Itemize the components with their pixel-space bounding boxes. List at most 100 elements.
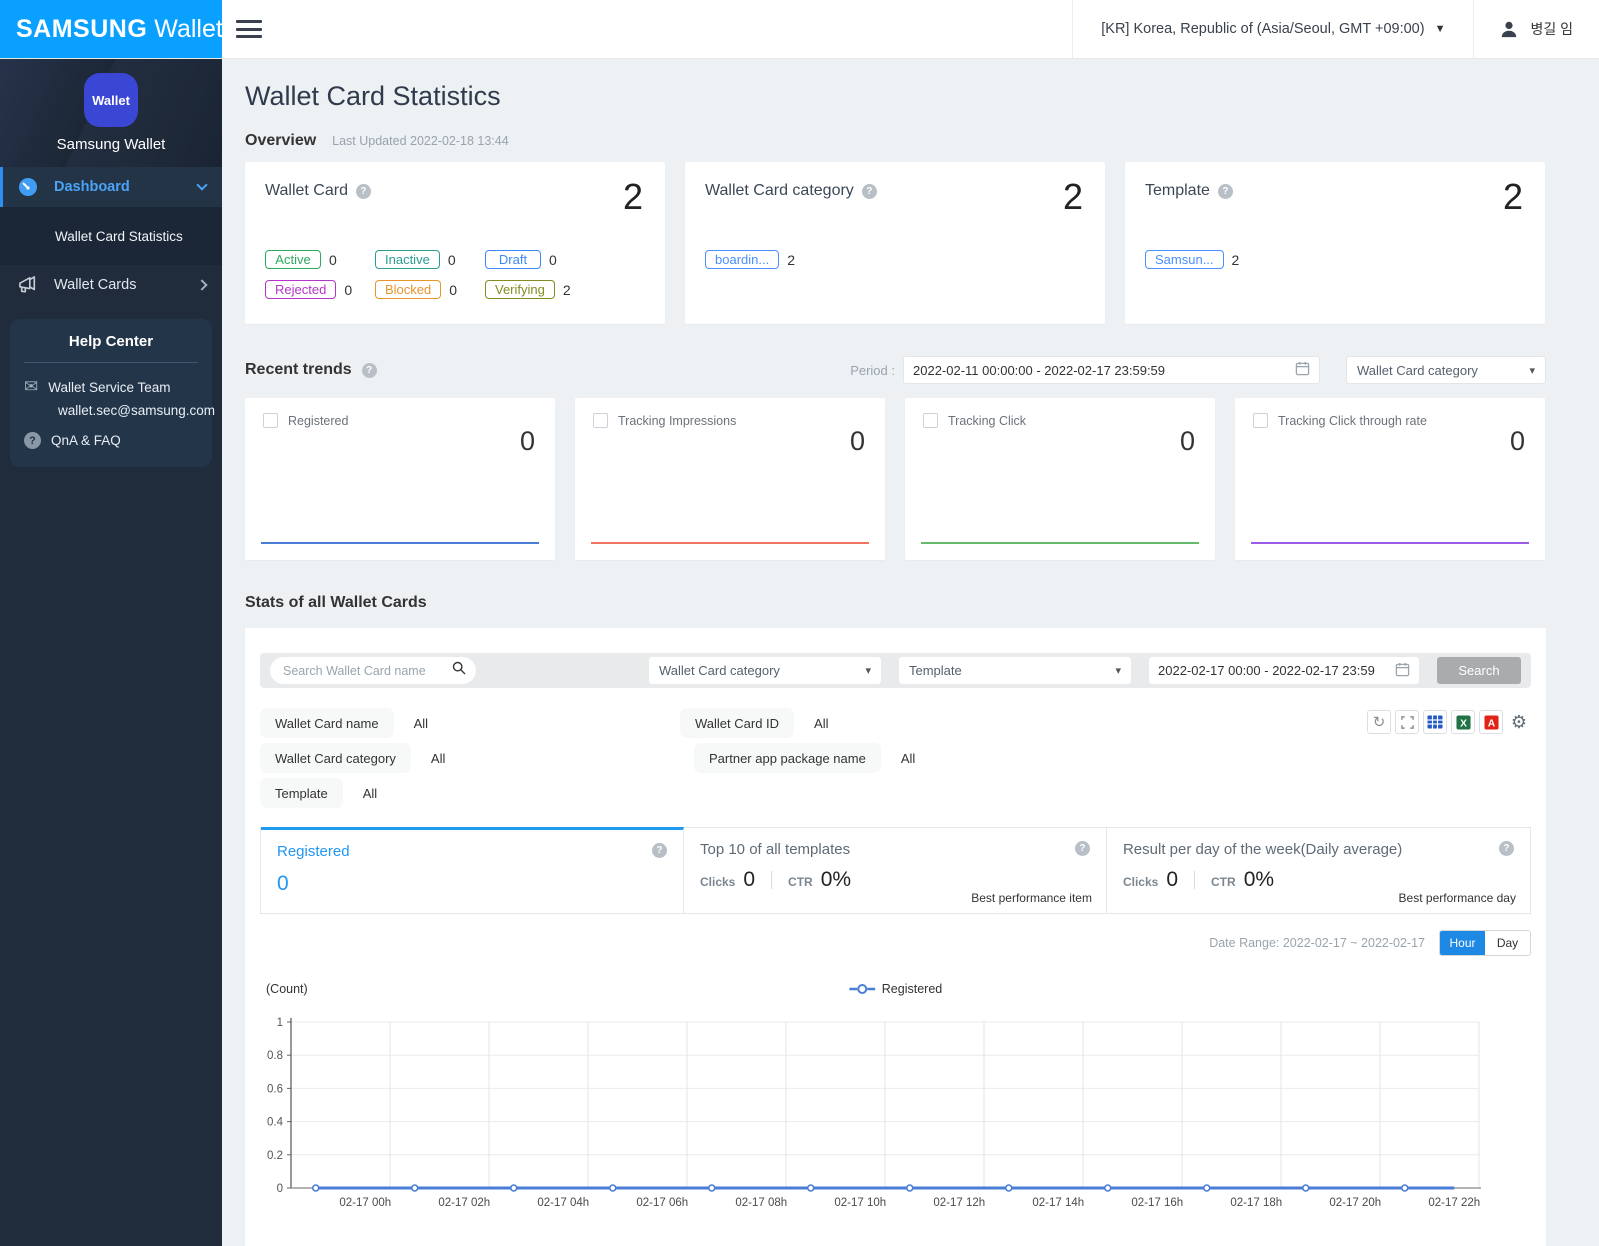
- tab-registered-label: Registered: [277, 843, 350, 860]
- help-icon[interactable]: ?: [1498, 841, 1514, 856]
- template-total: 2: [1502, 176, 1523, 217]
- tracking-click-checkbox[interactable]: [923, 413, 938, 428]
- tab-result-per-day-label: Result per day of the week(Daily average…: [1122, 841, 1403, 858]
- period-label: Period :: [850, 362, 895, 378]
- svg-text:0: 0: [277, 1183, 283, 1195]
- trend-sparkline: [261, 542, 539, 544]
- sidebar-app-name: Samsung Wallet: [56, 136, 166, 153]
- wallet-card-category-summary-card: Wallet Card category ? 2 boardin... 2: [685, 162, 1105, 324]
- legend-marker-icon: [848, 984, 875, 994]
- period-date-range-input[interactable]: 2022-02-11 00:00:00 - 2022-02-17 23:59:5…: [903, 356, 1320, 384]
- user-menu[interactable]: 병길 임: [1473, 0, 1599, 58]
- sidebar-item-dashboard[interactable]: Dashboard: [0, 167, 222, 207]
- last-updated: Last Updated 2022-02-18 13:44: [332, 134, 509, 148]
- excel-export-icon[interactable]: X: [1451, 710, 1475, 734]
- registered-checkbox[interactable]: [263, 413, 278, 428]
- menu-toggle-icon[interactable]: [236, 20, 262, 40]
- tracking-impressions-checkbox[interactable]: [593, 413, 608, 428]
- stats-date-range-input[interactable]: 2022-02-17 00:00 - 2022-02-17 23:59: [1149, 657, 1419, 684]
- help-service-team-link[interactable]: ✉ Wallet Service Team: [24, 377, 198, 397]
- wallet-cards-icon: [16, 276, 40, 294]
- filter-value: All: [362, 785, 378, 801]
- calendar-icon: [1395, 662, 1410, 680]
- trend-sparkline: [591, 542, 869, 544]
- top-header: SAMSUNG Wallet [KR] Korea, Republic of (…: [0, 0, 1599, 59]
- trends-category-value: Wallet Card category: [1357, 362, 1478, 378]
- help-icon[interactable]: ?: [1217, 183, 1233, 199]
- status-count: 0: [549, 251, 557, 268]
- clicks-value: 0: [743, 868, 756, 891]
- stats-category-dropdown[interactable]: Wallet Card category ▾: [649, 657, 881, 684]
- stats-tabs: Registered ? 0 Top 10 of all templates ?…: [260, 827, 1531, 914]
- svg-text:0.6: 0.6: [267, 1083, 283, 1095]
- tab-registered[interactable]: Registered ? 0: [261, 827, 684, 913]
- fullscreen-icon[interactable]: [1395, 710, 1419, 734]
- help-icon[interactable]: ?: [861, 183, 877, 199]
- settings-gear-icon[interactable]: ⚙: [1507, 710, 1531, 734]
- tab-result-per-day[interactable]: Result per day of the week(Daily average…: [1106, 827, 1530, 913]
- search-input[interactable]: [283, 663, 452, 678]
- filter-chip: Template: [260, 778, 343, 808]
- svg-text:02-17 04h: 02-17 04h: [537, 1197, 589, 1209]
- sidebar-submenu: Wallet Card Statistics: [0, 207, 222, 265]
- status-badge: Active: [265, 250, 321, 269]
- sidebar-item-wallet-cards-label: Wallet Cards: [54, 277, 137, 293]
- svg-text:0.2: 0.2: [267, 1150, 283, 1162]
- tracking-ctr-checkbox[interactable]: [1253, 413, 1268, 428]
- status-count: 2: [562, 281, 571, 298]
- category-badge: boardin...: [705, 250, 780, 269]
- legend-label: Registered: [881, 982, 943, 996]
- svg-text:02-17 22h: 02-17 22h: [1428, 1197, 1480, 1209]
- table-view-icon[interactable]: [1423, 710, 1447, 734]
- help-email[interactable]: wallet.sec@samsung.com: [24, 403, 215, 418]
- sidebar-item-wallet-card-statistics-label: Wallet Card Statistics: [55, 228, 183, 244]
- category-total: 2: [1062, 176, 1083, 217]
- wallet-card-name-search[interactable]: [270, 657, 476, 684]
- samsung-wallet-logo[interactable]: SAMSUNG Wallet: [0, 0, 223, 58]
- help-icon[interactable]: ?: [355, 183, 371, 199]
- day-toggle-button[interactable]: Day: [1485, 931, 1530, 955]
- svg-text:02-17 10h: 02-17 10h: [834, 1197, 886, 1209]
- clicks-label: Clicks: [699, 875, 736, 889]
- tab-top-10-templates[interactable]: Top 10 of all templates ? Clicks 0 CTR 0…: [683, 827, 1107, 913]
- help-qna-link[interactable]: ? QnA & FAQ: [24, 432, 198, 449]
- overview-heading: Overview: [245, 132, 317, 149]
- sidebar-item-wallet-cards[interactable]: Wallet Cards: [0, 265, 222, 305]
- help-icon[interactable]: ?: [361, 362, 377, 378]
- help-icon[interactable]: ?: [1074, 841, 1090, 856]
- line-chart-canvas: 0 0.2 0.4 0.6 0.8 1 02-17 00h 02-17 02h 02-17 04…: [267, 1017, 1481, 1209]
- trends-category-dropdown[interactable]: Wallet Card category ▾: [1346, 356, 1546, 384]
- svg-text:02-17 14h: 02-17 14h: [1032, 1197, 1084, 1209]
- wallet-card-total: 2: [622, 176, 643, 217]
- pdf-export-icon[interactable]: A: [1479, 710, 1503, 734]
- help-icon[interactable]: ?: [651, 843, 667, 858]
- stats-template-dropdown[interactable]: Template ▾: [899, 657, 1131, 684]
- search-button[interactable]: Search: [1437, 657, 1521, 684]
- page-title: Wallet Card Statistics: [245, 81, 501, 111]
- status-count: 0: [449, 281, 458, 298]
- filter-value: All: [900, 750, 916, 766]
- help-center-title: Help Center: [24, 333, 198, 363]
- filter-chip: Partner app package name: [694, 743, 881, 773]
- help-center-panel: Help Center ✉ Wallet Service Team wallet…: [10, 319, 215, 467]
- help-service-team-label: Wallet Service Team: [48, 379, 171, 395]
- question-icon: ?: [24, 432, 41, 449]
- search-icon[interactable]: [452, 661, 466, 680]
- category-title: Wallet Card category: [705, 182, 854, 199]
- stats-date-value: 2022-02-17 00:00 - 2022-02-17 23:59: [1158, 663, 1375, 678]
- chart-date-range-note: Date Range: 2022-02-17 ~ 2022-02-17: [1209, 936, 1425, 950]
- locale-label: [KR] Korea, Republic of (Asia/Seoul, GMT…: [1101, 21, 1425, 37]
- y-axis-title: (Count): [266, 982, 308, 996]
- status-count: 0: [329, 251, 337, 268]
- hour-toggle-button[interactable]: Hour: [1440, 931, 1485, 955]
- calendar-icon: [1295, 361, 1310, 379]
- locale-selector[interactable]: [KR] Korea, Republic of (Asia/Seoul, GMT…: [1072, 0, 1473, 58]
- table-toolbar: ↻ X A ⚙: [1367, 710, 1531, 734]
- filter-value: All: [814, 715, 829, 731]
- status-badge: Blocked: [375, 280, 442, 299]
- svg-text:02-17 16h: 02-17 16h: [1131, 1197, 1183, 1209]
- sidebar-item-wallet-card-statistics[interactable]: Wallet Card Statistics: [0, 217, 222, 255]
- status-count: 0: [447, 251, 456, 268]
- refresh-icon[interactable]: ↻: [1367, 710, 1391, 734]
- filter-chip: Wallet Card category: [260, 743, 411, 773]
